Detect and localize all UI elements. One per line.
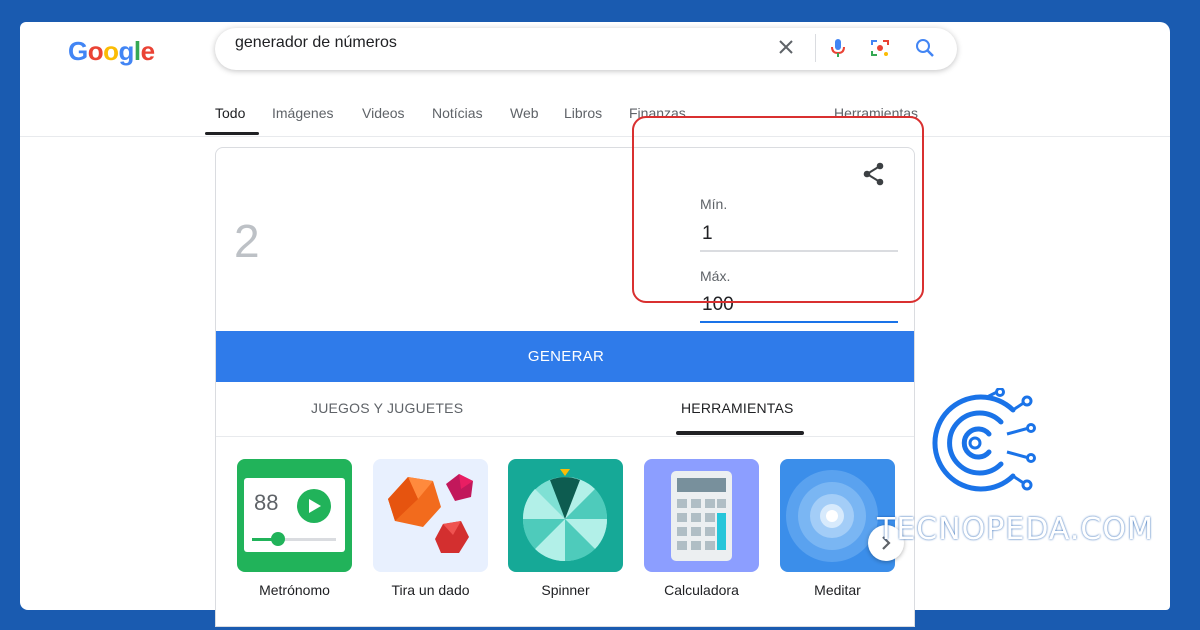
logo-letter: o: [87, 36, 104, 66]
mic-icon[interactable]: [830, 38, 846, 61]
google-logo[interactable]: Google: [68, 36, 155, 67]
tab-libros[interactable]: Libros: [564, 105, 602, 121]
spinner-icon: [508, 459, 623, 572]
search-divider: [815, 34, 816, 62]
logo-letter: l: [133, 36, 141, 66]
generate-button[interactable]: GENERAR: [216, 331, 914, 382]
logo-letter: e: [140, 36, 155, 66]
tab-games[interactable]: JUEGOS Y JUGUETES: [311, 400, 463, 416]
logo-letter: g: [118, 36, 135, 66]
tool-label: Calculadora: [664, 582, 739, 598]
metronome-bpm: 88: [254, 490, 279, 515]
tool-spinner[interactable]: Spinner: [508, 459, 623, 598]
brand-name: TECNOPEDA.COM: [877, 512, 1154, 547]
search-icon[interactable]: [915, 38, 935, 61]
tool-calculator[interactable]: Calculadora: [644, 459, 759, 598]
tool-label: Meditar: [814, 582, 861, 598]
close-icon[interactable]: [777, 38, 795, 59]
tool-metronome[interactable]: 88 Metrónomo: [237, 459, 352, 598]
tab-web[interactable]: Web: [510, 105, 539, 121]
logo-letter: G: [68, 36, 88, 66]
category-tabs: JUEGOS Y JUGUETES HERRAMIENTAS: [216, 382, 914, 437]
search-query[interactable]: generador de números: [235, 34, 397, 52]
tool-label: Spinner: [541, 582, 590, 598]
calculator-icon: [644, 459, 759, 572]
camera-lens-icon[interactable]: [870, 38, 890, 61]
tab-imagenes[interactable]: Imágenes: [272, 105, 333, 121]
range-highlight-box: [632, 116, 924, 303]
generated-number: 2: [234, 215, 260, 267]
tool-label: Metrónomo: [259, 582, 330, 598]
tab-videos[interactable]: Videos: [362, 105, 405, 121]
active-category-indicator: [676, 431, 804, 435]
tab-noticias[interactable]: Notícias: [432, 105, 483, 121]
active-tab-indicator: [205, 132, 259, 135]
tool-label: Tira un dado: [391, 582, 470, 598]
metronome-icon: 88: [237, 459, 352, 572]
tecnopeda-logo-icon: [925, 387, 1037, 503]
logo-letter: o: [103, 36, 119, 66]
search-nav-tabs: Todo Imágenes Videos Notícias Web Libros…: [20, 101, 1170, 137]
tab-tools[interactable]: HERRAMIENTAS: [681, 400, 794, 416]
tab-todo[interactable]: Todo: [215, 105, 245, 121]
tool-dice[interactable]: Tira un dado: [373, 459, 488, 598]
dice-icon: [373, 459, 488, 572]
search-input[interactable]: generador de números: [215, 28, 957, 70]
max-field-underline: [700, 321, 898, 323]
